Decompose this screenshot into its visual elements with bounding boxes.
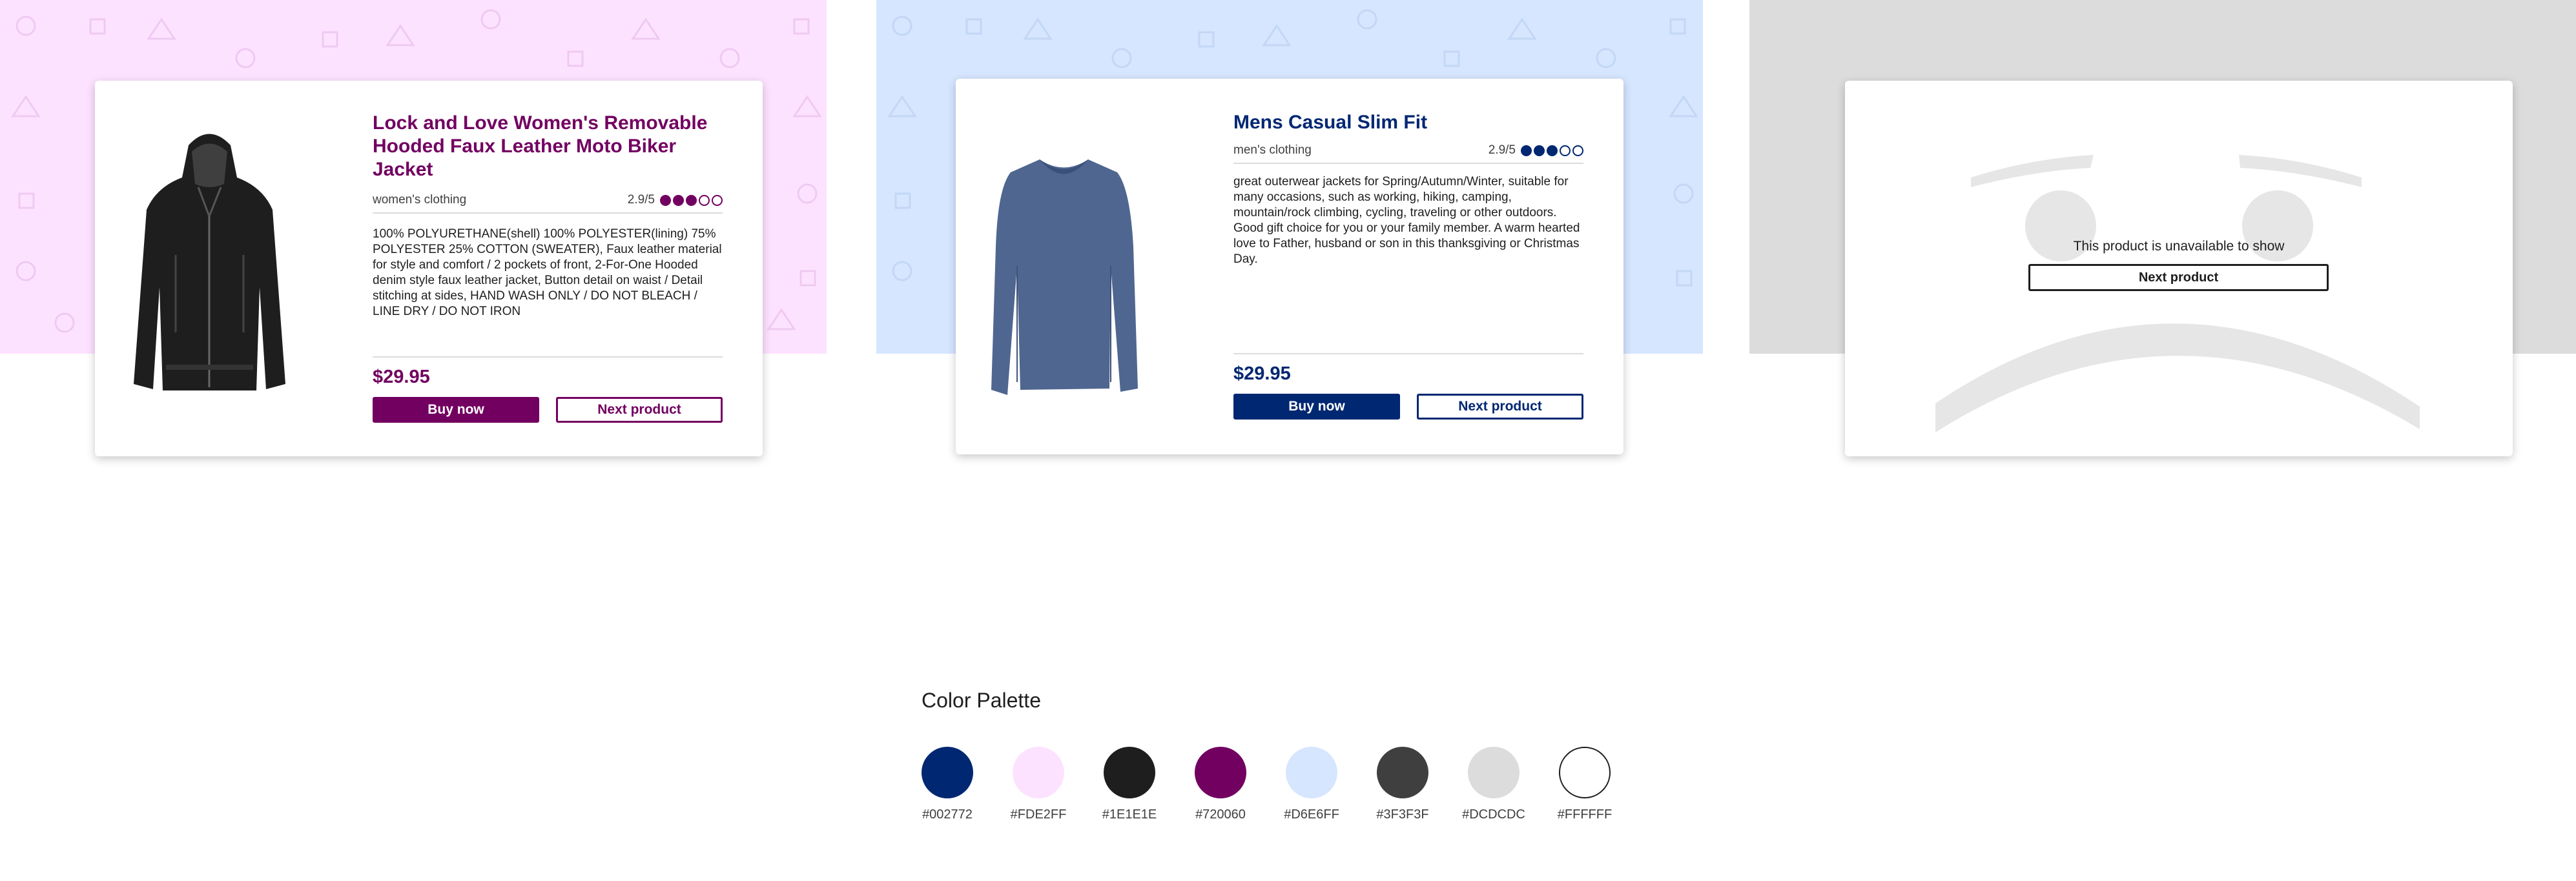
color-swatch-label: #002772 — [922, 807, 973, 822]
product-card-men: Mens Casual Slim Fit men's clothing 2.9/… — [956, 79, 1623, 454]
product-card-unavailable: This product is unavailable to show Next… — [1845, 81, 2513, 456]
buy-now-button[interactable]: Buy now — [1233, 394, 1400, 420]
color-swatch-label: #D6E6FF — [1284, 807, 1339, 822]
rating-dot-empty — [699, 194, 710, 206]
product-price: $29.95 — [373, 367, 430, 387]
product-footer: $29.95 Buy now Next product — [1233, 353, 1583, 420]
product-meta-row: women's clothing 2.9/5 — [373, 193, 723, 214]
rating-dot-filled — [1521, 145, 1532, 156]
product-info: Mens Casual Slim Fit men's clothing 2.9/… — [1233, 111, 1583, 267]
product-title-line2: Hooded Faux Leather Moto Biker Jacket — [373, 136, 677, 180]
unavailable-message: This product is unavailable to show — [2073, 239, 2285, 254]
color-swatch — [1195, 747, 1246, 798]
buy-now-button[interactable]: Buy now — [373, 397, 539, 423]
rating-dot-filled — [1547, 145, 1558, 156]
color-swatch-label: #720060 — [1195, 807, 1246, 822]
color-swatch-label: #DCDCDC — [1462, 807, 1525, 822]
price-section: $29.95 — [373, 356, 723, 388]
product-title-line1: Lock and Love Women's Removable — [373, 112, 708, 134]
color-palette-title: Color Palette — [922, 689, 1041, 712]
color-swatch — [922, 747, 973, 798]
next-product-button[interactable]: Next product — [2028, 264, 2329, 291]
product-info: Lock and Love Women's Removable Hooded F… — [373, 112, 723, 319]
product-card-women: Lock and Love Women's Removable Hooded F… — [95, 81, 763, 456]
next-product-button[interactable]: Next product — [1417, 394, 1583, 420]
color-swatch — [1013, 747, 1064, 798]
rating-dot-filled — [660, 194, 671, 206]
price-section: $29.95 — [1233, 353, 1583, 385]
color-swatch-label: #FDE2FF — [1010, 807, 1067, 822]
product-footer: $29.95 Buy now Next product — [373, 356, 723, 423]
rating-dot-filled — [686, 194, 697, 206]
color-swatch — [1286, 747, 1337, 798]
color-swatch — [1377, 747, 1428, 798]
product-title: Lock and Love Women's Removable Hooded F… — [373, 112, 723, 181]
next-product-button[interactable]: Next product — [556, 397, 723, 423]
rating: 2.9/5 — [628, 193, 723, 207]
long-sleeve-shirt-image — [988, 150, 1140, 398]
color-swatch — [1559, 747, 1611, 798]
rating-text: 2.9/5 — [1488, 143, 1516, 157]
rating-dot-empty — [1572, 145, 1583, 156]
rating: 2.9/5 — [1489, 143, 1583, 157]
color-swatch — [1104, 747, 1155, 798]
product-category: women's clothing — [373, 193, 467, 207]
product-description: great outerwear jackets for Spring/Autum… — [1233, 175, 1580, 266]
color-swatch-label: #3F3F3F — [1376, 807, 1429, 822]
color-swatch-label: #1E1E1E — [1102, 807, 1157, 822]
rating-dot-empty — [712, 194, 723, 206]
action-buttons: Buy now Next product — [1233, 394, 1583, 420]
rating-dots — [1521, 145, 1583, 156]
action-buttons: Buy now Next product — [373, 397, 723, 423]
product-category: men's clothing — [1233, 143, 1312, 157]
leather-jacket-image — [127, 126, 292, 397]
rating-dots — [660, 194, 723, 206]
color-swatch-label: #FFFFFF — [1557, 807, 1613, 822]
rating-dot-empty — [1560, 145, 1571, 156]
rating-text: 2.9/5 — [627, 193, 655, 207]
product-title: Mens Casual Slim Fit — [1233, 112, 1428, 133]
color-swatch — [1468, 747, 1520, 798]
rating-dot-filled — [673, 194, 684, 206]
product-price: $29.95 — [1233, 363, 1291, 384]
product-description: 100% POLYURETHANE(shell) 100% POLYESTER(… — [373, 227, 722, 318]
product-meta-row: men's clothing 2.9/5 — [1233, 143, 1583, 164]
rating-dot-filled — [1534, 145, 1545, 156]
